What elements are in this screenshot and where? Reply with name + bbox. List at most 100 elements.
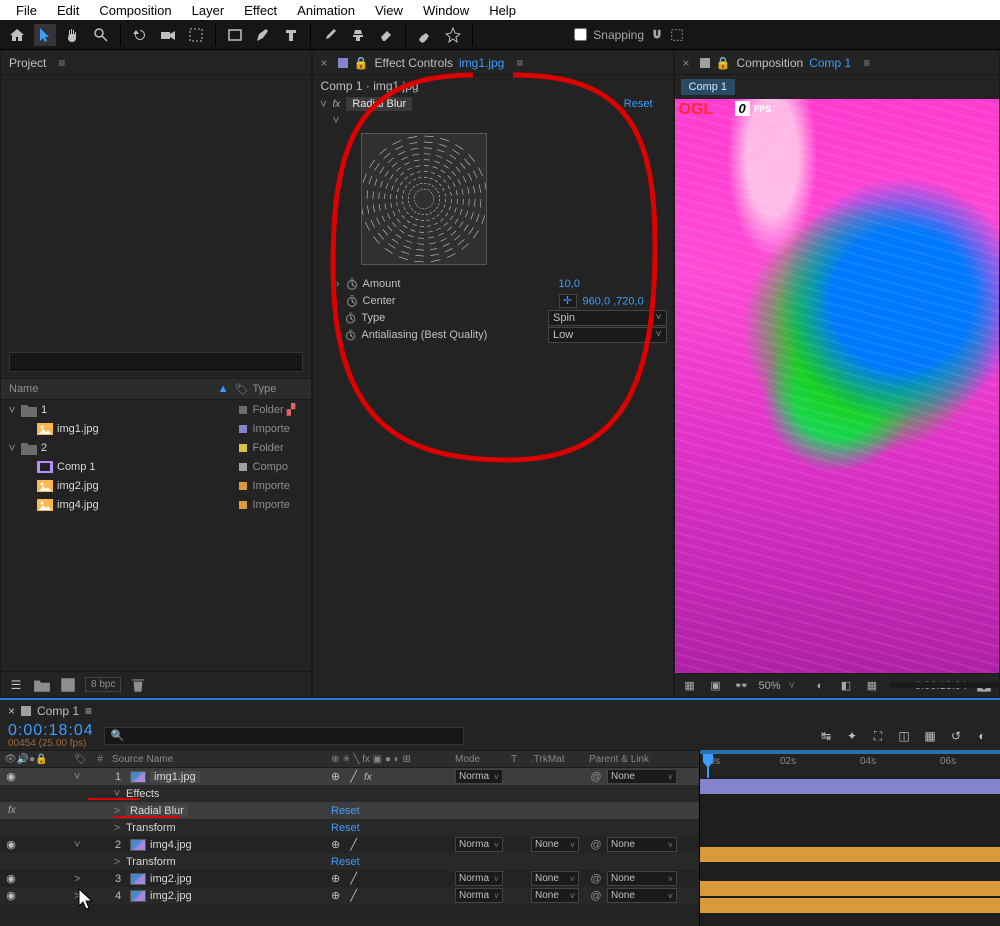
parent-select[interactable]: None˅: [607, 871, 677, 886]
panel-menu-icon[interactable]: ≡: [58, 56, 65, 70]
timeline-search-input[interactable]: [104, 727, 464, 745]
project-item[interactable]: ˅ 1 Folder ▞: [1, 400, 311, 419]
work-area[interactable]: [700, 750, 1000, 754]
visibility-icon[interactable]: ◉: [4, 770, 18, 783]
radial-blur-preview[interactable]: [361, 133, 487, 265]
selection-tool-icon[interactable]: [34, 24, 56, 46]
antialias-dropdown[interactable]: Low˅: [548, 327, 667, 343]
twirl-icon[interactable]: ˅: [333, 113, 667, 127]
home-icon[interactable]: [6, 24, 28, 46]
stopwatch-icon[interactable]: [344, 328, 357, 342]
menu-composition[interactable]: Composition: [89, 1, 181, 20]
pan-behind-tool-icon[interactable]: [185, 24, 207, 46]
viewer-transparency-icon[interactable]: ▦: [863, 677, 881, 695]
prop-type[interactable]: Type Spin˅: [319, 309, 667, 326]
type-dropdown[interactable]: Spin˅: [548, 310, 667, 326]
playhead[interactable]: [702, 754, 714, 778]
menu-animation[interactable]: Animation: [287, 1, 365, 20]
pickwhip-icon[interactable]: @: [589, 890, 603, 902]
twirl-icon[interactable]: ›: [333, 278, 343, 290]
menu-effect[interactable]: Effect: [234, 1, 287, 20]
viewer-mask-icon[interactable]: 👓: [733, 677, 751, 695]
project-tab[interactable]: Project ≡: [1, 51, 311, 75]
project-columns[interactable]: Name ▲ 🏷 Type: [1, 378, 311, 400]
time-ruler[interactable]: 00s 02s 04s 06s: [700, 750, 1000, 778]
menu-layer[interactable]: Layer: [182, 1, 235, 20]
new-comp-icon[interactable]: [59, 676, 77, 694]
trash-icon[interactable]: [129, 676, 147, 694]
layer-row[interactable]: ◉ > 4 img2.jpg ⊕ ╱ Norma˅ None˅ @ None˅: [0, 887, 699, 904]
twirl-icon[interactable]: ˅: [74, 771, 80, 783]
project-item[interactable]: img2.jpg Importe: [1, 476, 311, 495]
viewer-grid-icon[interactable]: ▦: [681, 677, 699, 695]
effect-reset[interactable]: Reset: [624, 98, 653, 110]
tl-icon-5[interactable]: ▦: [920, 726, 940, 746]
trkmat-select[interactable]: None˅: [531, 837, 579, 852]
layer-bar[interactable]: [700, 898, 1000, 913]
blend-mode-select[interactable]: Norma˅: [455, 888, 503, 903]
menu-bar[interactable]: File Edit Composition Layer Effect Anima…: [0, 0, 1000, 20]
parent-select[interactable]: None˅: [607, 888, 677, 903]
zoom-level[interactable]: 50%: [759, 680, 781, 692]
layer-row[interactable]: ◉ > 3 img2.jpg ⊕ ╱ Norma˅ None˅ @ None˅: [0, 870, 699, 887]
bit-depth[interactable]: 8 bpc: [85, 677, 121, 692]
tl-icon-1[interactable]: ↹: [816, 726, 836, 746]
effect-name[interactable]: Radial Blur: [346, 97, 412, 111]
layer-bar[interactable]: [700, 847, 1000, 862]
timeline-layer-list[interactable]: 👁🔊●🔒 🏷 # Source Name ⊕ ✳ ╲ fx ▣ ● ◐ ⊞ Mo…: [0, 750, 700, 926]
project-item[interactable]: Comp 1 Compo: [1, 457, 311, 476]
reset-link[interactable]: Reset: [331, 805, 360, 817]
label-color[interactable]: [239, 425, 247, 433]
label-color[interactable]: [239, 463, 247, 471]
rotobursh-tool-icon[interactable]: [414, 24, 436, 46]
camera-tool-icon[interactable]: [157, 24, 179, 46]
hand-tool-icon[interactable]: [62, 24, 84, 46]
menu-window[interactable]: Window: [413, 1, 479, 20]
rotate-tool-icon[interactable]: [129, 24, 151, 46]
twirl-icon[interactable]: ˅: [7, 441, 17, 455]
panel-menu-icon[interactable]: ≡: [85, 704, 92, 718]
layer-bar[interactable]: [700, 881, 1000, 896]
reset-link[interactable]: Reset: [331, 822, 360, 834]
twirl-icon[interactable]: >: [112, 805, 122, 817]
twirl-icon[interactable]: ˅: [7, 403, 17, 417]
viewer-channel-icon[interactable]: ▣: [707, 677, 725, 695]
project-search-input[interactable]: [9, 352, 303, 372]
project-item[interactable]: ˅ 2 Folder: [1, 438, 311, 457]
reset-link[interactable]: Reset: [331, 856, 360, 868]
amount-value[interactable]: 10,0: [559, 278, 580, 290]
panel-menu-icon[interactable]: ≡: [863, 56, 870, 70]
puppet-tool-icon[interactable]: [442, 24, 464, 46]
timeline-tracks[interactable]: 00s 02s 04s 06s: [700, 750, 1000, 926]
prop-center[interactable]: Center ✛960,0 ,720,0: [319, 292, 667, 309]
blend-mode-select[interactable]: Norma˅: [455, 769, 503, 784]
timeline-header[interactable]: 👁🔊●🔒 🏷 # Source Name ⊕ ✳ ╲ fx ▣ ● ◐ ⊞ Mo…: [0, 750, 699, 768]
eraser-tool-icon[interactable]: [375, 24, 397, 46]
timeline-tab[interactable]: × Comp 1 ≡: [0, 700, 1000, 722]
blend-mode-select[interactable]: Norma˅: [455, 871, 503, 886]
effect-controls-tab[interactable]: × 🔒 Effect Controls img1.jpg ≡: [313, 51, 673, 75]
composition-tab[interactable]: × 🔒 Composition Comp 1 ≡: [675, 51, 999, 75]
composition-viewer[interactable]: OGL 0FPS: [675, 99, 999, 673]
label-column-icon[interactable]: 🏷: [235, 383, 249, 396]
menu-view[interactable]: View: [365, 1, 413, 20]
type-tool-icon[interactable]: [280, 24, 302, 46]
stopwatch-icon[interactable]: [344, 311, 357, 325]
layer-bar[interactable]: [700, 779, 1000, 794]
visibility-icon[interactable]: ◉: [4, 838, 18, 851]
tl-icon-2[interactable]: ✦: [842, 726, 862, 746]
blend-mode-select[interactable]: Norma˅: [455, 837, 503, 852]
twirl-icon[interactable]: >: [74, 873, 80, 885]
interpret-footage-icon[interactable]: ☰: [7, 676, 25, 694]
clone-stamp-tool-icon[interactable]: [347, 24, 369, 46]
parent-select[interactable]: None˅: [607, 837, 677, 852]
trkmat-select[interactable]: None˅: [531, 871, 579, 886]
panel-menu-icon[interactable]: ≡: [516, 56, 523, 70]
tl-icon-4[interactable]: ◫: [894, 726, 914, 746]
twirl-icon[interactable]: >: [112, 856, 122, 868]
close-icon[interactable]: ×: [8, 704, 15, 718]
pen-tool-icon[interactable]: [252, 24, 274, 46]
center-value[interactable]: 960,0 ,720,0: [583, 295, 644, 307]
twirl-icon[interactable]: ˅: [319, 97, 329, 111]
effect-header[interactable]: ˅ fx Radial Blur Reset: [319, 95, 667, 113]
